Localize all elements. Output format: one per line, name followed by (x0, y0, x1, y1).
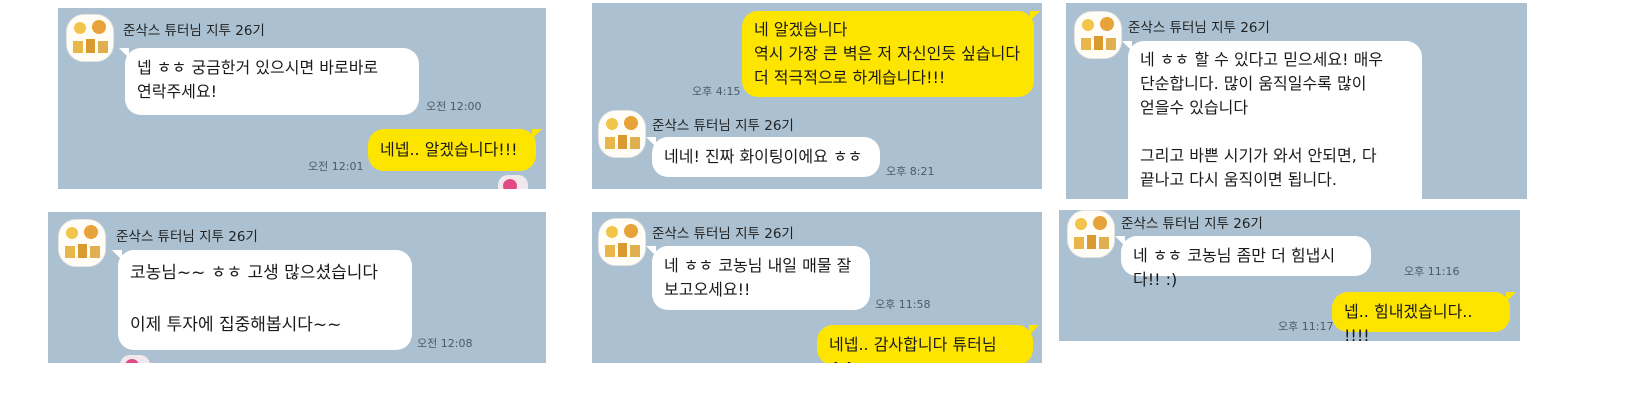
received-message[interactable]: 코농님~~ ㅎㅎ 고생 많으셨습니다 이제 투자에 집중해봅시다~~ (112, 250, 412, 350)
received-message[interactable]: 넵 ㅎㅎ 궁금한거 있으시면 바로바로 연락주세요! (119, 48, 419, 115)
chat-screenshot-6: 준삭스 튜터님 지투 26기 네 ㅎㅎ 코농님 좀만 더 힘냅시다!! :) 오… (1059, 210, 1520, 341)
received-message[interactable]: 네 ㅎㅎ 코농님 내일 매물 잘 보고오세요!! (646, 246, 870, 310)
chat-screenshot-4: 준삭스 튜터님 지투 26기 코농님~~ ㅎㅎ 고생 많으셨습니다 이제 투자에… (48, 212, 546, 363)
sender-name: 준삭스 튜터님 지투 26기 (652, 118, 794, 134)
message-time: 오후 11:17 (1278, 320, 1334, 333)
tutor-profile-avatar[interactable] (58, 219, 106, 267)
chat-screenshot-5: 준삭스 튜터님 지투 26기 네 ㅎㅎ 코농님 내일 매물 잘 보고오세요!! … (592, 212, 1042, 363)
sent-message[interactable]: 네넵.. 감사합니다 튜터님^^ (817, 325, 1039, 363)
message-time: 오후 11:58 (875, 298, 931, 311)
received-message[interactable]: 네 ㅎㅎ 코농님 좀만 더 힘냅시다!! :) (1115, 236, 1371, 289)
message-time: 오후 4:15 (692, 85, 741, 98)
tutor-profile-avatar[interactable] (598, 110, 646, 158)
received-message[interactable]: 네 ㅎㅎ 할 수 있다고 믿으세요! 매우 단순합니다. 많이 움직일수록 많이… (1122, 41, 1422, 199)
tutor-profile-avatar[interactable] (1074, 11, 1122, 59)
heart-reaction-icon[interactable] (120, 355, 150, 363)
message-time: 오전 12:08 (417, 337, 473, 350)
message-time: 오후 8:21 (886, 165, 935, 178)
message-time: 오전 12:00 (426, 100, 482, 113)
chat-screenshot-3: 준삭스 튜터님 지투 26기 네 ㅎㅎ 할 수 있다고 믿으세요! 매우 단순합… (1066, 3, 1527, 199)
profile-avatar-icon (59, 220, 105, 266)
profile-avatar-icon (599, 219, 645, 265)
tutor-profile-avatar[interactable] (66, 14, 114, 62)
sender-name: 준삭스 튜터님 지투 26기 (123, 23, 265, 39)
chat-screenshot-2: 네 알겠습니다 역시 가장 큰 벽은 저 자신인듯 싶습니다 더 적극적으로 하… (592, 3, 1042, 189)
tutor-profile-avatar[interactable] (1067, 210, 1115, 258)
sender-name: 준삭스 튜터님 지투 26기 (1128, 20, 1270, 36)
sent-message[interactable]: 네 알겠습니다 역시 가장 큰 벽은 저 자신인듯 싶습니다 더 적극적으로 하… (742, 11, 1040, 97)
sent-message[interactable]: 네넵.. 알겠습니다!!! (368, 129, 542, 171)
sent-message[interactable]: 넵.. 힘내겠습니다.. !!!! (1332, 292, 1516, 341)
profile-avatar-icon (599, 111, 645, 157)
received-message[interactable]: 네네! 진짜 화이팅이에요 ㅎㅎ (646, 137, 880, 177)
profile-avatar-icon (1068, 211, 1114, 257)
message-time: 오후 11:16 (1404, 265, 1460, 278)
sender-name: 준삭스 튜터님 지투 26기 (652, 226, 794, 242)
sender-name: 준삭스 튜터님 지투 26기 (116, 229, 258, 245)
heart-reaction-icon[interactable] (498, 175, 528, 189)
profile-avatar-icon (67, 15, 113, 61)
profile-avatar-icon (1075, 12, 1121, 58)
tutor-profile-avatar[interactable] (598, 218, 646, 266)
message-time: 오전 12:01 (308, 160, 364, 173)
chat-screenshot-1: 준삭스 튜터님 지투 26기 넵 ㅎㅎ 궁금한거 있으시면 바로바로 연락주세요… (58, 8, 546, 189)
sender-name: 준삭스 튜터님 지투 26기 (1121, 216, 1263, 232)
